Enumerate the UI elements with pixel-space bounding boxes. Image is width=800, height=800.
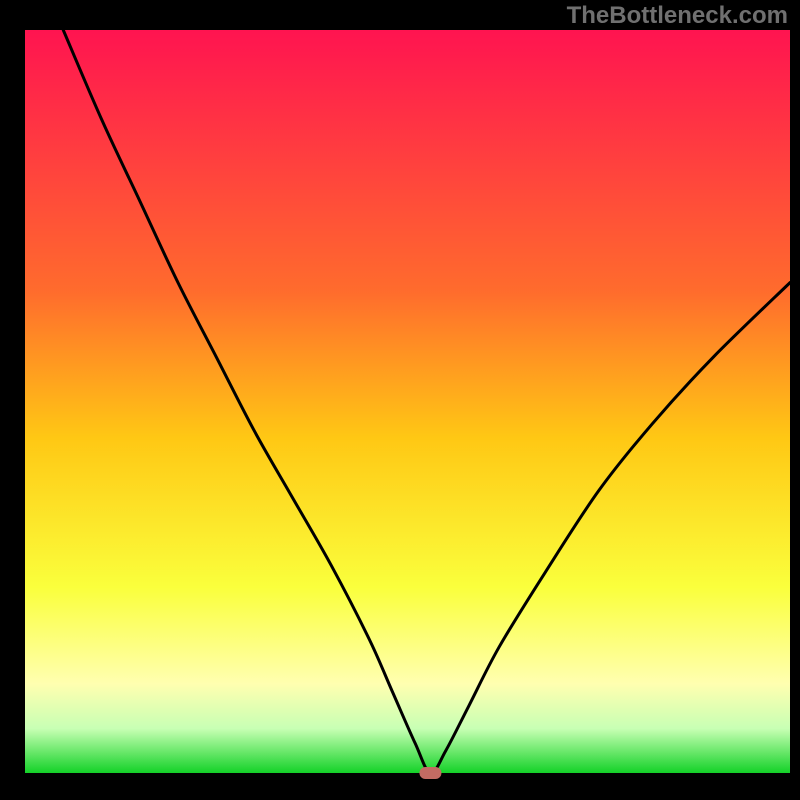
optimal-point-marker — [419, 767, 441, 779]
chart-frame: TheBottleneck.com — [0, 0, 800, 800]
bottleneck-chart — [0, 0, 800, 800]
